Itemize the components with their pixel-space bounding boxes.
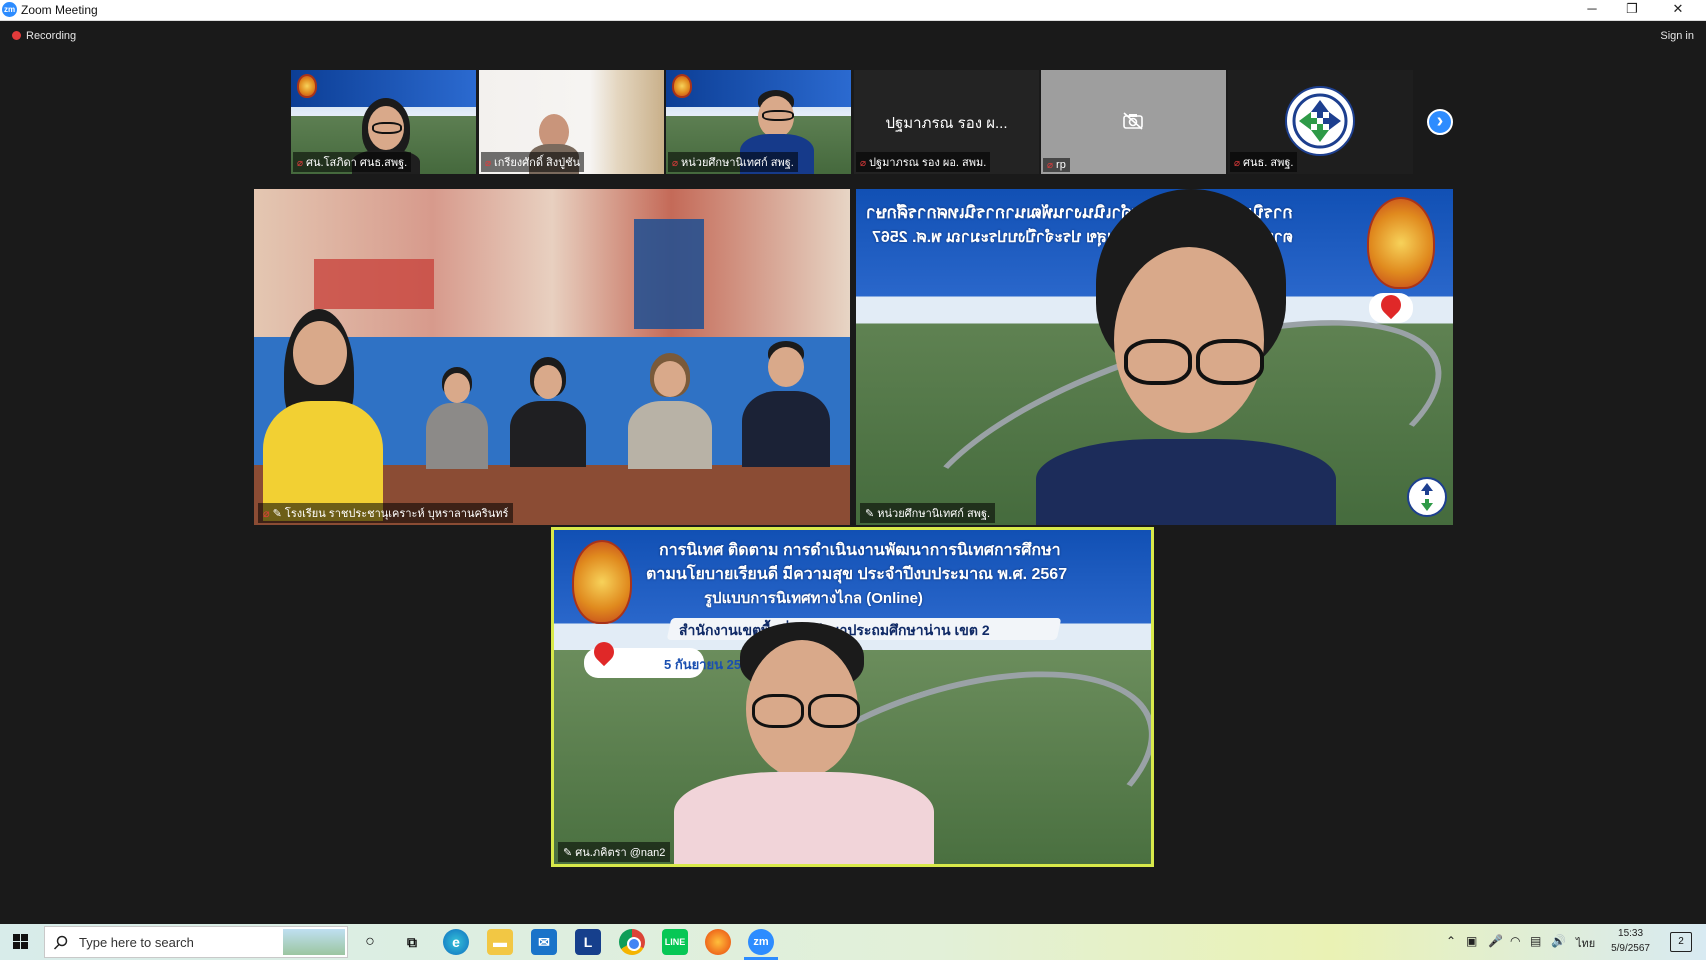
search-icon (53, 935, 68, 950)
chrome-icon[interactable] (619, 929, 645, 955)
participant-thumbnail[interactable]: ⌀ หน่วยศึกษานิเทศก์ สพฐ. (666, 70, 851, 174)
l-app-icon[interactable]: L (575, 929, 601, 955)
mic-muted-icon: ⌀ (297, 158, 304, 169)
seal-logo (672, 74, 692, 98)
windows-taskbar: Type here to search ○ ⧉ e ▬ ✉ L LINE zm … (0, 924, 1706, 960)
location-pin-icon (589, 637, 619, 667)
search-highlight-image (283, 929, 345, 955)
recording-indicator[interactable]: Recording (12, 30, 76, 42)
firefox-icon[interactable] (705, 929, 731, 955)
participant-thumbnail[interactable]: ⌀ เกรียงศักดิ์ สิงปู่ชัน (479, 70, 664, 174)
participant-name: ⌀ เกรียงศักดิ์ สิงปู่ชัน (481, 152, 585, 172)
show-hidden-icons[interactable]: ⌃ (1446, 934, 1456, 948)
meeting-area: Recording Sign in ⌀ ศน.โสภิดา ศนธ.สพฐ. ⌀ เ… (0, 21, 1706, 924)
input-language[interactable]: ไทย (1576, 934, 1595, 952)
sign-in-link[interactable]: Sign in (1660, 30, 1694, 42)
participant-display-name: ปฐมาภรณ รอง ผ... (885, 115, 1008, 132)
participant-name: ⌀ ศนธ. สพฐ. (1230, 152, 1298, 172)
network-icon[interactable]: ▣ (1466, 934, 1477, 948)
cortana-icon[interactable]: ○ (357, 929, 383, 955)
pin-icon: ✎ (563, 847, 576, 859)
search-placeholder: Type here to search (79, 935, 194, 950)
record-icon (12, 31, 21, 40)
seal-logo (572, 540, 632, 624)
minimize-button[interactable]: ─ (1572, 0, 1612, 20)
participant-name: ⌀ ศน.โสภิดา ศนธ.สพฐ. (293, 152, 412, 172)
participant-video-tile[interactable]: การนิเทศ ติดตาม การดำเนินงานพัฒนาการนิเท… (856, 189, 1453, 525)
taskbar-search-box[interactable]: Type here to search (44, 926, 348, 958)
close-button[interactable]: ✕ (1658, 0, 1698, 20)
window-title: Zoom Meeting (21, 3, 98, 17)
presenter-video (1036, 189, 1336, 525)
participant-video-tile[interactable]: ⌀ ✎ โรงเรียน ราชประชานุเคราะห์ บุหราลานคร… (254, 189, 850, 525)
presenter-video (674, 622, 934, 864)
mic-muted-icon: ⌀ (1047, 160, 1054, 171)
microphone-icon[interactable]: 🎤 (1488, 934, 1503, 948)
slide-format: รูปแบบการนิเทศทางไกล (Online) (704, 590, 923, 607)
seal-logo (1367, 197, 1435, 289)
organization-logo (1285, 86, 1355, 156)
participant-thumbnail[interactable]: ⌀ ศน.โสภิดา ศนธ.สพฐ. (291, 70, 476, 174)
participant-name: ⌀ rp (1043, 158, 1070, 172)
title-bar: zm Zoom Meeting ─ ❐ ✕ (0, 0, 1706, 21)
recording-label: Recording (26, 30, 77, 42)
task-view-icon[interactable]: ⧉ (399, 929, 425, 955)
mic-muted-icon: ⌀ (860, 158, 867, 169)
display-icon[interactable]: ▤ (1530, 934, 1541, 948)
clock-date: 5/9/2567 (1611, 943, 1650, 954)
windows-start-button[interactable] (0, 924, 42, 960)
mail-icon[interactable]: ✉ (531, 929, 557, 955)
clock-time: 15:33 (1618, 928, 1644, 939)
edge-browser-icon[interactable]: e (443, 929, 469, 955)
participant-name: ⌀ หน่วยศึกษานิเทศก์ สพฐ. (668, 152, 798, 172)
participant-thumbnail[interactable]: ⌀ rp (1041, 70, 1226, 174)
participant-name: ✎ หน่วยศึกษานิเทศก์ สพฐ. (860, 503, 996, 523)
line-app-icon[interactable]: LINE (662, 929, 688, 955)
restore-button[interactable]: ❐ (1612, 0, 1652, 20)
organization-logo (1407, 477, 1447, 517)
participant-name: ⌀ ✎ โรงเรียน ราชประชานุเคราะห์ บุหราลานคร… (258, 503, 514, 523)
mic-muted-icon: ⌀ (672, 158, 679, 169)
participant-thumbnail[interactable]: ⌀ ศนธ. สพฐ. (1228, 70, 1413, 174)
mic-muted-icon: ⌀ (1234, 158, 1241, 169)
location-marker (1369, 290, 1413, 323)
active-speaker-tile[interactable]: การนิเทศ ติดตาม การดำเนินงานพัฒนาการนิเท… (551, 527, 1154, 867)
volume-icon[interactable]: 🔊 (1551, 934, 1566, 948)
mic-muted-icon: ⌀ (263, 508, 270, 520)
zoom-app-icon: zm (2, 2, 17, 17)
participant-name: ⌀ ปฐมาภรณ รอง ผอ. สพม. (856, 152, 991, 172)
file-explorer-icon[interactable]: ▬ (487, 929, 513, 955)
seal-logo (297, 74, 317, 98)
participant-thumbnail[interactable]: ปฐมาภรณ รอง ผ... ⌀ ปฐมาภรณ รอง ผอ. สพม. (854, 70, 1039, 174)
zoom-taskbar-icon[interactable]: zm (748, 929, 774, 955)
wifi-icon[interactable]: ◠ (1510, 934, 1520, 948)
system-clock[interactable]: 15:33 5/9/2567 (1611, 926, 1650, 956)
pin-icon: ✎ (865, 508, 878, 520)
camera-off-icon (1123, 112, 1143, 130)
mic-muted-icon: ⌀ (485, 158, 492, 169)
notifications-icon[interactable]: 2 (1670, 932, 1692, 952)
next-page-button[interactable]: › (1427, 109, 1453, 135)
participant-name: ✎ ศน.ภคิตรา @nan2 (558, 842, 671, 862)
slide-subtitle: ตามนโยบายเรียนดี มีความสุข ประจำปีงบประม… (646, 566, 1068, 583)
pin-icon: ✎ (272, 508, 285, 520)
slide-title: การนิเทศ ติดตาม การดำเนินงานพัฒนาการนิเท… (659, 542, 1061, 559)
